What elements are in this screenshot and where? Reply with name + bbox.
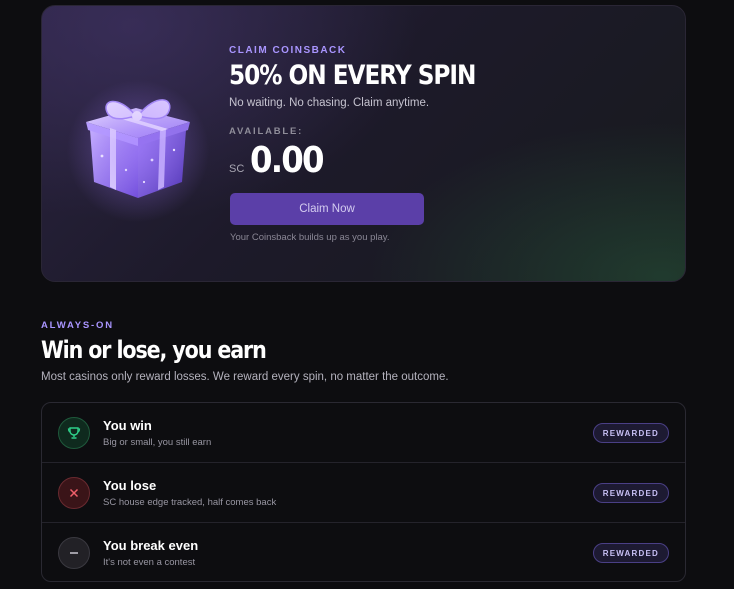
section-title: Win or lose, you earn <box>41 336 267 364</box>
currency-label: SC <box>229 163 245 175</box>
rewarded-badge: REWARDED <box>592 543 669 563</box>
outcome-title: You break even <box>103 538 199 553</box>
claim-now-button[interactable]: Claim Now <box>230 193 424 225</box>
coinsback-card: CLAIM COINSBACK 50% ON EVERY SPIN No wai… <box>41 5 686 282</box>
promo-eyebrow: CLAIM COINSBACK <box>229 45 347 56</box>
promo-subline: No waiting. No chasing. Claim anytime. <box>229 97 430 109</box>
promo-headline: 50% ON EVERY SPIN <box>229 60 476 91</box>
gift-box-icon <box>58 76 218 226</box>
rewarded-badge: REWARDED <box>592 483 669 503</box>
outcome-subtitle: Big or small, you still earn <box>103 437 212 448</box>
outcome-row-lose: You lose SC house edge tracked, half com… <box>42 463 685 523</box>
trophy-icon <box>58 417 90 449</box>
minus-icon <box>58 537 90 569</box>
promo-hint: Your Coinsback builds up as you play. <box>230 232 390 243</box>
close-icon <box>58 477 90 509</box>
outcome-title: You win <box>103 418 152 433</box>
section-description: Most casinos only reward losses. We rewa… <box>41 371 449 383</box>
outcome-subtitle: SC house edge tracked, half comes back <box>103 497 277 508</box>
outcomes-list: You win Big or small, you still earn REW… <box>41 402 686 582</box>
outcome-row-win: You win Big or small, you still earn REW… <box>42 403 685 463</box>
outcome-subtitle: It's not even a contest <box>103 557 196 568</box>
outcome-row-even: You break even It's not even a contest R… <box>42 523 685 581</box>
rewarded-badge: REWARDED <box>592 423 669 443</box>
section-eyebrow: ALWAYS-ON <box>41 320 114 331</box>
amount-value: 0.00 <box>250 140 325 181</box>
available-amount: SC 0.00 <box>229 140 331 181</box>
outcome-title: You lose <box>103 478 157 493</box>
available-label: AVAILABLE: <box>229 126 304 137</box>
